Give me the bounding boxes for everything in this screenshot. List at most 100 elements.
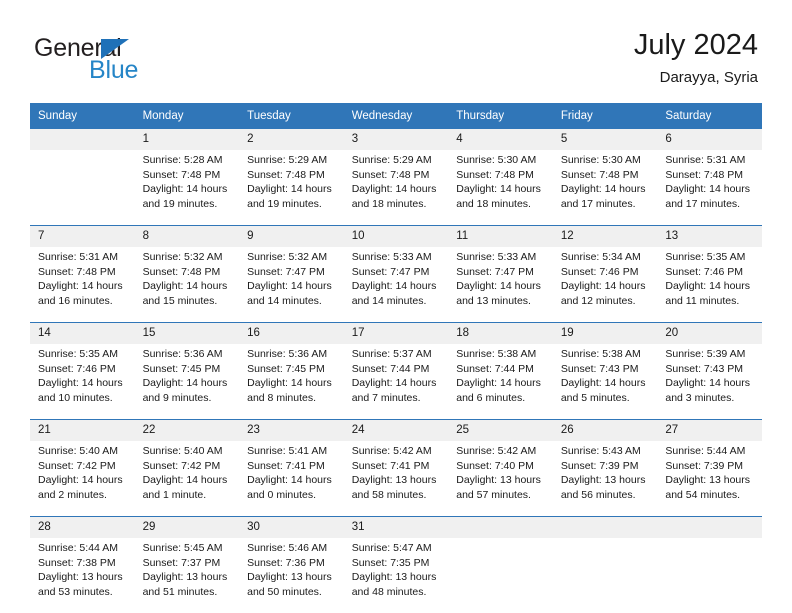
day-cell[interactable] [657,538,762,613]
day-number[interactable]: 23 [239,420,344,441]
day-number[interactable] [30,129,135,150]
daylight-text-line1: Daylight: 14 hours [38,474,123,486]
daylight-text-line2: and 14 minutes. [247,294,322,307]
day-number[interactable]: 20 [657,323,762,344]
day-cell[interactable]: Sunrise: 5:35 AM Sunset: 7:46 PM Dayligh… [657,247,762,322]
sunrise-text: Sunrise: 5:42 AM [351,445,432,457]
day-cell[interactable]: Sunrise: 5:36 AM Sunset: 7:45 PM Dayligh… [134,344,240,419]
daylight-text-line2: and 2 minutes. [38,488,107,501]
sunset-text: Sunset: 7:42 PM [142,459,221,472]
daylight-text-line1: Daylight: 14 hours [560,183,646,195]
day-number[interactable]: 28 [30,517,135,538]
day-cell[interactable]: Sunrise: 5:44 AM Sunset: 7:38 PM Dayligh… [30,538,135,613]
day-number[interactable]: 7 [30,226,135,247]
day-number[interactable]: 17 [343,323,449,344]
day-number[interactable]: 13 [657,226,762,247]
day-cell[interactable]: Sunrise: 5:42 AM Sunset: 7:41 PM Dayligh… [343,441,449,516]
day-number[interactable]: 26 [552,420,658,441]
day-cell[interactable]: Sunrise: 5:38 AM Sunset: 7:44 PM Dayligh… [448,344,553,419]
sunrise-text: Sunrise: 5:36 AM [247,348,328,360]
weekday-header-wednesday: Wednesday [343,103,449,129]
day-cell[interactable]: Sunrise: 5:31 AM Sunset: 7:48 PM Dayligh… [30,247,135,322]
daylight-text-line1: Daylight: 14 hours [142,183,228,195]
day-cell[interactable]: Sunrise: 5:29 AM Sunset: 7:48 PM Dayligh… [239,150,344,225]
day-number[interactable]: 15 [134,323,240,344]
day-cell[interactable]: Sunrise: 5:29 AM Sunset: 7:48 PM Dayligh… [343,150,449,225]
day-number[interactable]: 9 [239,226,344,247]
sunset-text: Sunset: 7:47 PM [247,265,325,278]
daylight-text-line2: and 18 minutes. [456,197,531,210]
sunset-text: Sunset: 7:38 PM [38,556,116,569]
day-cell[interactable]: Sunrise: 5:40 AM Sunset: 7:42 PM Dayligh… [30,441,135,516]
day-number[interactable]: 24 [343,420,449,441]
day-number[interactable]: 2 [239,129,344,150]
day-number[interactable]: 25 [448,420,553,441]
day-cell[interactable]: Sunrise: 5:33 AM Sunset: 7:47 PM Dayligh… [448,247,553,322]
sunrise-text: Sunrise: 5:40 AM [142,445,223,457]
day-number[interactable]: 11 [448,226,553,247]
day-cell[interactable]: Sunrise: 5:35 AM Sunset: 7:46 PM Dayligh… [30,344,135,419]
day-cell[interactable]: Sunrise: 5:39 AM Sunset: 7:43 PM Dayligh… [657,344,762,419]
day-cell[interactable]: Sunrise: 5:41 AM Sunset: 7:41 PM Dayligh… [239,441,344,516]
day-number[interactable]: 29 [134,517,240,538]
day-number[interactable]: 10 [343,226,449,247]
daylight-text-line2: and 13 minutes. [456,294,531,307]
day-number[interactable]: 16 [239,323,344,344]
day-cell[interactable]: Sunrise: 5:31 AM Sunset: 7:48 PM Dayligh… [657,150,762,225]
sunset-text: Sunset: 7:44 PM [456,362,534,375]
day-number[interactable]: 27 [657,420,762,441]
day-number[interactable]: 4 [448,129,553,150]
day-cell[interactable] [30,150,135,225]
day-cell[interactable]: Sunrise: 5:44 AM Sunset: 7:39 PM Dayligh… [657,441,762,516]
week-3-daynumbers: 14 15 16 17 18 19 20 [30,323,762,344]
daylight-text-line1: Daylight: 14 hours [247,474,332,486]
day-cell[interactable]: Sunrise: 5:38 AM Sunset: 7:43 PM Dayligh… [552,344,658,419]
sunrise-text: Sunrise: 5:30 AM [560,154,641,166]
day-number[interactable]: 5 [552,129,658,150]
day-number[interactable]: 14 [30,323,135,344]
day-number[interactable] [552,517,658,538]
weekday-header-monday: Monday [134,103,240,129]
day-cell[interactable]: Sunrise: 5:42 AM Sunset: 7:40 PM Dayligh… [448,441,553,516]
day-cell[interactable]: Sunrise: 5:37 AM Sunset: 7:44 PM Dayligh… [343,344,449,419]
day-number[interactable]: 31 [343,517,449,538]
day-number[interactable]: 3 [343,129,449,150]
day-cell[interactable]: Sunrise: 5:36 AM Sunset: 7:45 PM Dayligh… [239,344,344,419]
sunset-text: Sunset: 7:40 PM [456,459,534,472]
day-cell[interactable]: Sunrise: 5:46 AM Sunset: 7:36 PM Dayligh… [239,538,344,613]
day-number[interactable]: 19 [552,323,658,344]
day-cell[interactable]: Sunrise: 5:30 AM Sunset: 7:48 PM Dayligh… [448,150,553,225]
day-number[interactable] [448,517,553,538]
day-cell[interactable] [448,538,553,613]
day-cell[interactable]: Sunrise: 5:32 AM Sunset: 7:47 PM Dayligh… [239,247,344,322]
day-cell[interactable]: Sunrise: 5:43 AM Sunset: 7:39 PM Dayligh… [552,441,658,516]
day-number[interactable]: 18 [448,323,553,344]
day-number[interactable]: 8 [134,226,240,247]
day-cell[interactable]: Sunrise: 5:30 AM Sunset: 7:48 PM Dayligh… [552,150,658,225]
day-number[interactable]: 30 [239,517,344,538]
day-cell[interactable]: Sunrise: 5:33 AM Sunset: 7:47 PM Dayligh… [343,247,449,322]
day-number[interactable]: 12 [552,226,658,247]
sunset-text: Sunset: 7:41 PM [351,459,430,472]
day-cell[interactable]: Sunrise: 5:32 AM Sunset: 7:48 PM Dayligh… [134,247,240,322]
day-cell[interactable]: Sunrise: 5:40 AM Sunset: 7:42 PM Dayligh… [134,441,240,516]
sunset-text: Sunset: 7:44 PM [351,362,430,375]
daylight-text-line2: and 17 minutes. [560,197,636,210]
day-cell[interactable]: Sunrise: 5:34 AM Sunset: 7:46 PM Dayligh… [552,247,658,322]
logo-text-blue: Blue [89,56,139,84]
day-cell[interactable] [552,538,658,613]
sunset-text: Sunset: 7:46 PM [560,265,639,278]
day-number[interactable]: 21 [30,420,135,441]
sunrise-text: Sunrise: 5:41 AM [247,445,328,457]
sunrise-text: Sunrise: 5:44 AM [665,445,746,457]
day-number[interactable]: 1 [134,129,240,150]
sunset-text: Sunset: 7:42 PM [38,459,116,472]
day-cell[interactable]: Sunrise: 5:28 AM Sunset: 7:48 PM Dayligh… [134,150,240,225]
day-number[interactable]: 6 [657,129,762,150]
day-cell[interactable]: Sunrise: 5:47 AM Sunset: 7:35 PM Dayligh… [343,538,449,613]
daylight-text-line2: and 19 minutes. [142,197,218,210]
day-cell[interactable]: Sunrise: 5:45 AM Sunset: 7:37 PM Dayligh… [134,538,240,613]
daylight-text-line2: and 16 minutes. [38,294,113,307]
day-number[interactable] [657,517,762,538]
day-number[interactable]: 22 [134,420,240,441]
